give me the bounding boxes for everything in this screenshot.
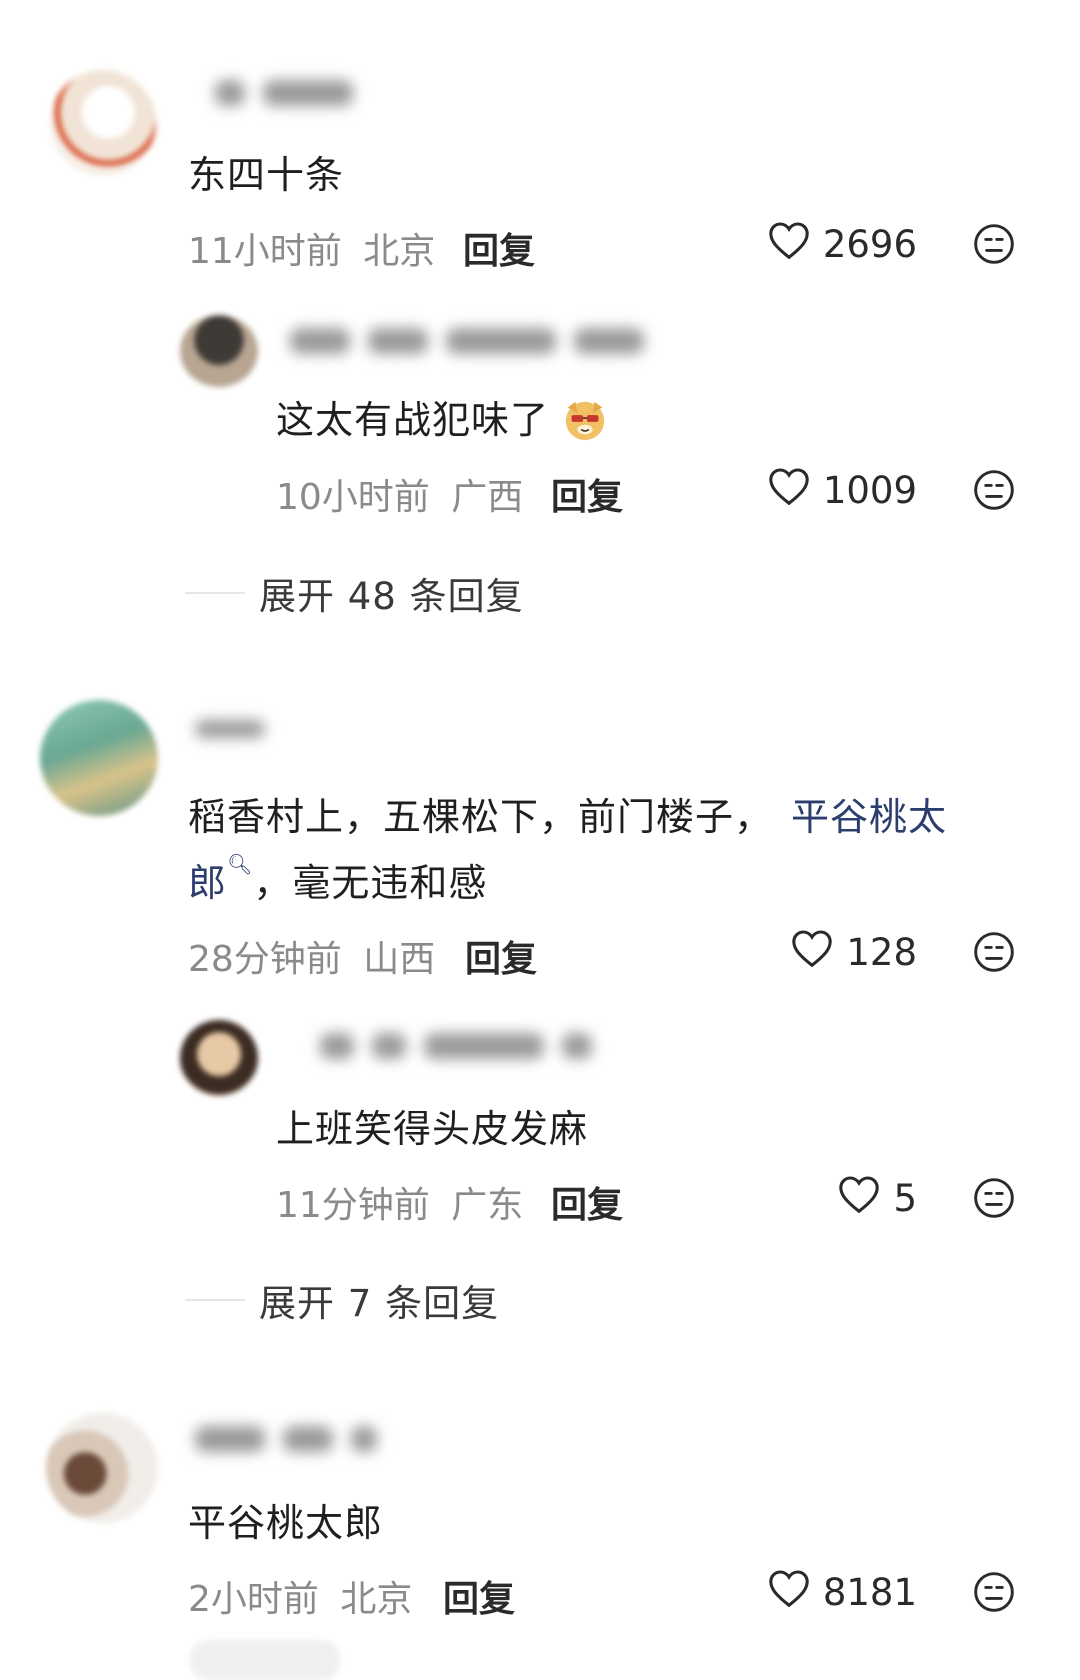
divider <box>185 1299 245 1301</box>
reply-button[interactable]: 回复 <box>465 930 537 982</box>
reply-text: 这太有战犯味了 <box>276 389 608 446</box>
reply-location: 广东 <box>451 1185 524 1226</box>
reply-button[interactable]: 回复 <box>443 1570 515 1622</box>
meh-face-icon[interactable] <box>972 468 1016 516</box>
expand-replies-label: 展开 7 条回复 <box>259 1282 500 1325</box>
blurred-badge <box>190 1640 340 1680</box>
comment-location: 北京 <box>340 1579 413 1620</box>
avatar[interactable] <box>46 1413 158 1523</box>
comment-time: 11小时前 <box>188 231 342 272</box>
expand-replies-button[interactable]: 展开 7 条回复 <box>185 1273 499 1327</box>
comment-time: 2小时前 <box>188 1579 319 1620</box>
dog-sunglasses-emoji <box>562 396 608 442</box>
comment-text-line2: 郎🔍︎，毫无违和感 <box>188 852 488 905</box>
meh-face-icon[interactable] <box>972 930 1016 978</box>
avatar[interactable] <box>40 700 158 816</box>
like-button[interactable]: 1009 <box>767 466 917 515</box>
like-count: 1009 <box>822 469 917 512</box>
like-count: 5 <box>893 1177 917 1220</box>
comment-text: 东四十条 <box>188 153 345 197</box>
meh-face-icon[interactable] <box>972 1570 1016 1618</box>
comment-text: 平谷桃太郎 <box>188 1501 384 1545</box>
reply-meta: 10小时前 广西 <box>276 468 523 520</box>
meh-face-icon[interactable] <box>972 222 1016 270</box>
comment-time: 28分钟前 <box>188 939 342 980</box>
username[interactable] <box>215 80 371 110</box>
heart-outline-icon <box>767 1568 811 1617</box>
like-button[interactable]: 128 <box>790 928 917 977</box>
like-count: 128 <box>846 931 917 974</box>
reply-button[interactable]: 回复 <box>551 468 623 520</box>
like-count: 2696 <box>822 223 917 266</box>
reply-time: 10小时前 <box>276 477 430 518</box>
comment-meta: 2小时前 北京 <box>188 1570 412 1622</box>
comment-meta: 28分钟前 山西 <box>188 930 435 982</box>
search-icon[interactable]: 🔍︎ <box>227 852 253 876</box>
like-button[interactable]: 5 <box>837 1174 917 1223</box>
meh-face-icon[interactable] <box>972 1176 1016 1224</box>
search-link[interactable]: 郎 <box>188 861 227 905</box>
username[interactable] <box>195 718 283 748</box>
reply-text: 上班笑得头皮发麻 <box>276 1107 589 1151</box>
expand-replies-label: 展开 48 条回复 <box>259 575 524 618</box>
username[interactable] <box>290 328 662 358</box>
avatar[interactable] <box>50 70 156 176</box>
reply-time: 11分钟前 <box>276 1185 430 1226</box>
comment-location: 北京 <box>363 231 436 272</box>
expand-replies-button[interactable]: 展开 48 条回复 <box>185 566 524 620</box>
avatar[interactable] <box>180 1020 258 1096</box>
heart-outline-icon <box>767 220 811 269</box>
divider <box>185 592 245 594</box>
username[interactable] <box>320 1033 610 1063</box>
heart-outline-icon <box>837 1174 881 1223</box>
like-button[interactable]: 8181 <box>767 1568 917 1617</box>
reply-location: 广西 <box>451 477 524 518</box>
search-link[interactable]: 平谷桃太 <box>791 795 947 839</box>
reply-button[interactable]: 回复 <box>463 222 535 274</box>
heart-outline-icon <box>767 466 811 515</box>
comment-location: 山西 <box>363 939 436 980</box>
username[interactable] <box>195 1426 395 1456</box>
reply-button[interactable]: 回复 <box>551 1176 623 1228</box>
comment-text: 稻香村上，五棵松下，前门楼子， 平谷桃太 <box>188 795 948 839</box>
avatar[interactable] <box>180 315 258 387</box>
like-button[interactable]: 2696 <box>767 220 917 269</box>
comment-meta: 11小时前 北京 <box>188 222 435 274</box>
heart-outline-icon <box>790 928 834 977</box>
like-count: 8181 <box>822 1571 917 1614</box>
reply-meta: 11分钟前 广东 <box>276 1176 523 1228</box>
